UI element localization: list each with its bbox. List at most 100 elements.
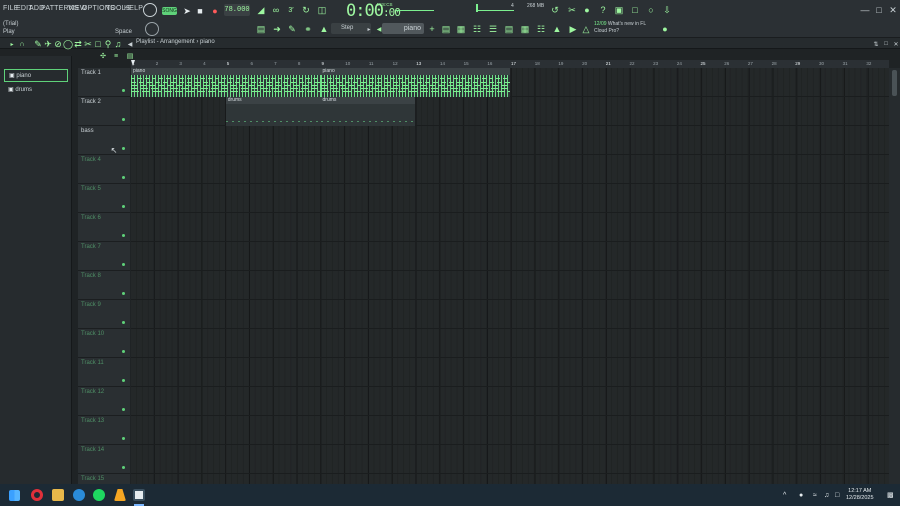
video-icon[interactable]: ▶ bbox=[567, 23, 579, 35]
loop-record-icon[interactable]: ↻ bbox=[300, 4, 312, 16]
track-mute-led[interactable] bbox=[122, 147, 125, 150]
blend-icon[interactable]: ◫ bbox=[316, 4, 328, 16]
magnet-icon[interactable]: ∩ bbox=[16, 38, 28, 50]
track-header[interactable]: Track 2 bbox=[78, 97, 130, 126]
track-header[interactable]: Track 13 bbox=[78, 416, 130, 445]
track-mute-led[interactable] bbox=[122, 263, 125, 266]
menu-help[interactable]: HELP bbox=[124, 5, 143, 12]
track-header[interactable]: Track 5 bbox=[78, 184, 130, 213]
track-mute-led[interactable] bbox=[122, 176, 125, 179]
pattern-clip[interactable]: drums bbox=[320, 97, 416, 126]
undo-history-icon[interactable]: ↺ bbox=[549, 4, 561, 16]
arrow-right-icon[interactable]: ➜ bbox=[271, 23, 283, 35]
track-header[interactable]: Track 8 bbox=[78, 271, 130, 300]
track-mute-led[interactable] bbox=[122, 89, 125, 92]
wifi-icon[interactable]: ≈ bbox=[813, 492, 817, 499]
stamp-icon[interactable]: ▲ bbox=[318, 23, 330, 35]
add-pattern-icon[interactable]: + bbox=[426, 23, 438, 35]
back-arrow-icon[interactable]: ◀ bbox=[124, 38, 136, 50]
fl-studio-icon[interactable] bbox=[114, 489, 126, 501]
battery-icon[interactable]: □ bbox=[835, 492, 839, 499]
maximize-icon[interactable]: □ bbox=[873, 4, 885, 16]
clock[interactable]: 12:17 AM 12/28/2025 bbox=[846, 488, 874, 502]
arrangement-grid[interactable]: piano piano drums drums bbox=[131, 68, 889, 484]
volume-icon[interactable]: ♫ bbox=[824, 492, 829, 499]
master-volume-knob[interactable] bbox=[143, 3, 157, 17]
track-mute-led[interactable] bbox=[122, 321, 125, 324]
scissors-icon[interactable]: ✂ bbox=[566, 4, 578, 16]
scroll-thumb[interactable] bbox=[892, 70, 897, 96]
track-mute-led[interactable] bbox=[122, 292, 125, 295]
plugin-icon[interactable]: □ bbox=[629, 4, 641, 16]
opera-icon[interactable] bbox=[31, 489, 43, 501]
cursor-icon[interactable]: ➤ bbox=[181, 5, 193, 17]
track-mute-led[interactable] bbox=[122, 408, 125, 411]
bell-icon[interactable]: △ bbox=[580, 23, 592, 35]
windows-start-icon[interactable] bbox=[9, 490, 20, 501]
countdown-icon[interactable]: 3′ bbox=[285, 4, 297, 16]
master-pitch-knob[interactable] bbox=[145, 22, 159, 36]
vertical-scrollbar[interactable] bbox=[889, 68, 900, 484]
track-mute-led[interactable] bbox=[122, 205, 125, 208]
performance-icon[interactable]: ▲ bbox=[551, 23, 563, 35]
pattern-clip[interactable]: piano bbox=[131, 68, 321, 97]
snipping-tool-icon[interactable] bbox=[133, 489, 145, 501]
touch-keyboard-icon[interactable]: ☷ bbox=[535, 23, 547, 35]
pattern-clip[interactable]: drums bbox=[225, 97, 321, 126]
track-header[interactable]: bass bbox=[78, 126, 130, 155]
track-header[interactable]: Track 6 bbox=[78, 213, 130, 242]
track-header[interactable]: Track 9 bbox=[78, 300, 130, 329]
speaker-icon[interactable]: ♫ bbox=[112, 38, 124, 50]
tag-icon[interactable]: ▣ bbox=[613, 4, 625, 16]
spotify-icon[interactable] bbox=[93, 489, 105, 501]
microphone-icon[interactable]: ● bbox=[581, 4, 593, 16]
help-icon[interactable]: ? bbox=[597, 4, 609, 16]
horizontal-zoom-icon[interactable]: ✣ bbox=[97, 50, 109, 62]
piano-keys-icon[interactable]: ☷ bbox=[471, 23, 483, 35]
track-header[interactable]: Track 10 bbox=[78, 329, 130, 358]
timeline-ruler[interactable]: 1234567891011121314151617181920212223242… bbox=[131, 60, 889, 68]
arrange-icon[interactable]: ≡ bbox=[110, 50, 122, 62]
track-header[interactable]: Track 1 bbox=[78, 68, 130, 97]
track-mute-led[interactable] bbox=[122, 350, 125, 353]
edge-icon[interactable] bbox=[73, 489, 85, 501]
track-header[interactable]: Track 14 bbox=[78, 445, 130, 474]
pattern-selector[interactable]: piano bbox=[382, 23, 424, 34]
track-mute-led[interactable] bbox=[122, 437, 125, 440]
wait-icon[interactable]: ∞ bbox=[270, 4, 282, 16]
fl-cloud-icon[interactable]: ● bbox=[659, 23, 671, 35]
tray-mic-icon[interactable]: ● bbox=[799, 492, 803, 499]
browser-icon[interactable]: ▤ bbox=[503, 23, 515, 35]
picker-item[interactable]: ▣ piano bbox=[4, 69, 68, 82]
close-icon[interactable]: ✕ bbox=[887, 4, 899, 16]
playlist-close-icon[interactable]: ✕ bbox=[890, 38, 900, 50]
plugin-db-icon[interactable]: ▦ bbox=[519, 23, 531, 35]
mixer-icon[interactable]: ☰ bbox=[487, 23, 499, 35]
track-header[interactable]: Track 12 bbox=[78, 387, 130, 416]
tray-chevron-icon[interactable]: ^ bbox=[783, 492, 786, 499]
track-header[interactable]: Track 7 bbox=[78, 242, 130, 271]
piano-roll-icon[interactable]: ▤ bbox=[255, 23, 267, 35]
notification-icon[interactable]: ▩ bbox=[887, 491, 894, 499]
tempo-display[interactable]: 78.000 bbox=[224, 4, 250, 16]
track-mute-led[interactable] bbox=[122, 118, 125, 121]
record-icon[interactable]: ● bbox=[209, 5, 221, 17]
news-panel[interactable]: 12/09 What's new in FL Cloud Pro? bbox=[594, 21, 646, 35]
link-icon[interactable]: ⚭ bbox=[302, 23, 314, 35]
track-header[interactable]: Track 4 bbox=[78, 155, 130, 184]
pattern-song-toggle[interactable]: SONG bbox=[162, 7, 177, 15]
track-mute-led[interactable] bbox=[122, 234, 125, 237]
playlist-icon[interactable]: ▤ bbox=[440, 23, 452, 35]
channel-rack-icon[interactable]: ▦ bbox=[455, 23, 467, 35]
metronome-icon[interactable]: ◢ bbox=[255, 4, 267, 16]
picker-item[interactable]: ▣ drums bbox=[4, 84, 68, 97]
chat-icon[interactable]: ○ bbox=[645, 4, 657, 16]
track-mute-led[interactable] bbox=[122, 466, 125, 469]
stop-icon[interactable]: ■ bbox=[194, 5, 206, 17]
download-icon[interactable]: ⇩ bbox=[661, 4, 673, 16]
pattern-clip[interactable]: piano bbox=[320, 68, 510, 97]
file-explorer-icon[interactable] bbox=[52, 489, 64, 501]
pencil-icon[interactable]: ✎ bbox=[286, 23, 298, 35]
track-header[interactable]: Track 11 bbox=[78, 358, 130, 387]
track-mute-led[interactable] bbox=[122, 379, 125, 382]
